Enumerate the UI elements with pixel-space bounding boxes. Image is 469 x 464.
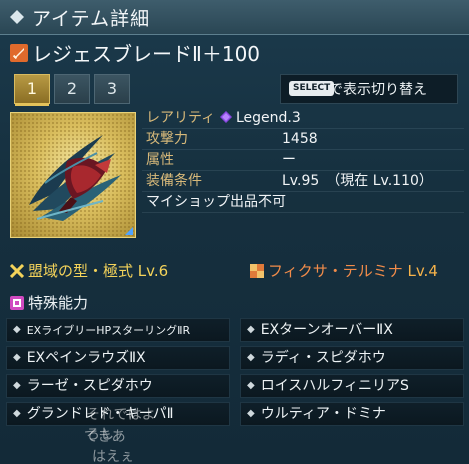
rarity-row: レアリティ Legend.3 — [142, 108, 464, 129]
chat-line: てきあ — [84, 429, 126, 445]
title-bar: アイテム詳細 — [0, 0, 469, 35]
special-abilities-header: 特殊能力 — [10, 292, 88, 313]
rarity-label: レアリティ — [146, 110, 216, 126]
ability-item: ◆ EXライブリーHPスターリングⅡR — [6, 318, 230, 342]
note-row: マイショップ出品不可 — [142, 192, 464, 213]
attack-label: 攻撃力 — [146, 131, 188, 147]
tab-1[interactable]: 1 — [14, 74, 50, 106]
chat-line: はえぇ — [92, 449, 134, 464]
ability-item: ◆ ラディ・スピダホウ — [240, 346, 464, 370]
select-hint-text: で表示切り替え — [329, 82, 427, 98]
window-title: アイテム詳細 — [32, 8, 151, 30]
augment-left-name: 盟域の型・極式 — [28, 262, 134, 280]
diamond-icon — [10, 10, 24, 24]
augment-left-level: Lv.6 — [137, 262, 169, 280]
requirement-label: 装備条件 — [146, 173, 202, 189]
checker-icon — [250, 264, 264, 278]
augment-row: 盟域の型・極式 Lv.6 フィクサ・テルミナ Lv.4 — [0, 258, 469, 284]
shop-restriction-note: マイショップ出品不可 — [146, 194, 286, 210]
item-image — [10, 112, 136, 238]
sword-icon — [10, 44, 28, 62]
ability-item: ◆ EXペインラウズⅡX — [6, 346, 230, 370]
special-ability-icon — [10, 296, 24, 310]
augment-right: フィクサ・テルミナ Lv.4 — [250, 260, 438, 281]
ability-item: ◆ ロイスハルフィニリアS — [240, 374, 464, 398]
requirement-row: 装備条件 Lv.95 （現在 Lv.110） — [142, 171, 464, 192]
select-toggle-hint: SELECT で表示切り替え — [280, 74, 458, 104]
tab-3[interactable]: 3 — [94, 74, 130, 104]
requirement-value: Lv.95 （現在 Lv.110） — [282, 173, 433, 189]
select-button-badge: SELECT — [289, 81, 335, 96]
element-row: 属性 ー — [142, 150, 464, 171]
ability-item: ◆ ラーゼ・スピダホウ — [6, 374, 230, 398]
stats-panel: レアリティ Legend.3 攻撃力 1458 属性 ー 装備条件 Lv.95 … — [142, 108, 464, 213]
corner-marker — [125, 227, 133, 235]
item-name: レジェスブレードⅡ＋100 — [32, 42, 261, 66]
weapon-illustration — [29, 135, 121, 221]
ability-item: ◆ EXターンオーバーⅡX — [240, 318, 464, 342]
attack-row: 攻撃力 1458 — [142, 129, 464, 150]
attack-value: 1458 — [282, 131, 318, 147]
element-label: 属性 — [146, 152, 174, 168]
gem-icon — [220, 111, 232, 123]
tab-2[interactable]: 2 — [54, 74, 90, 104]
special-abilities-title: 特殊能力 — [28, 294, 89, 312]
item-name-row: レジェスブレードⅡ＋100 — [0, 36, 469, 68]
augment-left: 盟域の型・極式 Lv.6 — [10, 260, 168, 281]
rarity-text: Legend.3 — [236, 110, 301, 126]
augment-right-name: フィクサ・テルミナ — [268, 262, 403, 280]
crossed-swords-icon — [10, 264, 24, 278]
ability-item: ◆ ウルティア・ドミナ — [240, 402, 464, 426]
element-value: ー — [282, 152, 296, 168]
augment-right-level: Lv.4 — [407, 262, 438, 280]
item-detail-window: アイテム詳細 レジェスブレードⅡ＋100 1 2 3 SELECT で表示切り替… — [0, 0, 469, 464]
rarity-value: Legend.3 — [220, 108, 301, 128]
